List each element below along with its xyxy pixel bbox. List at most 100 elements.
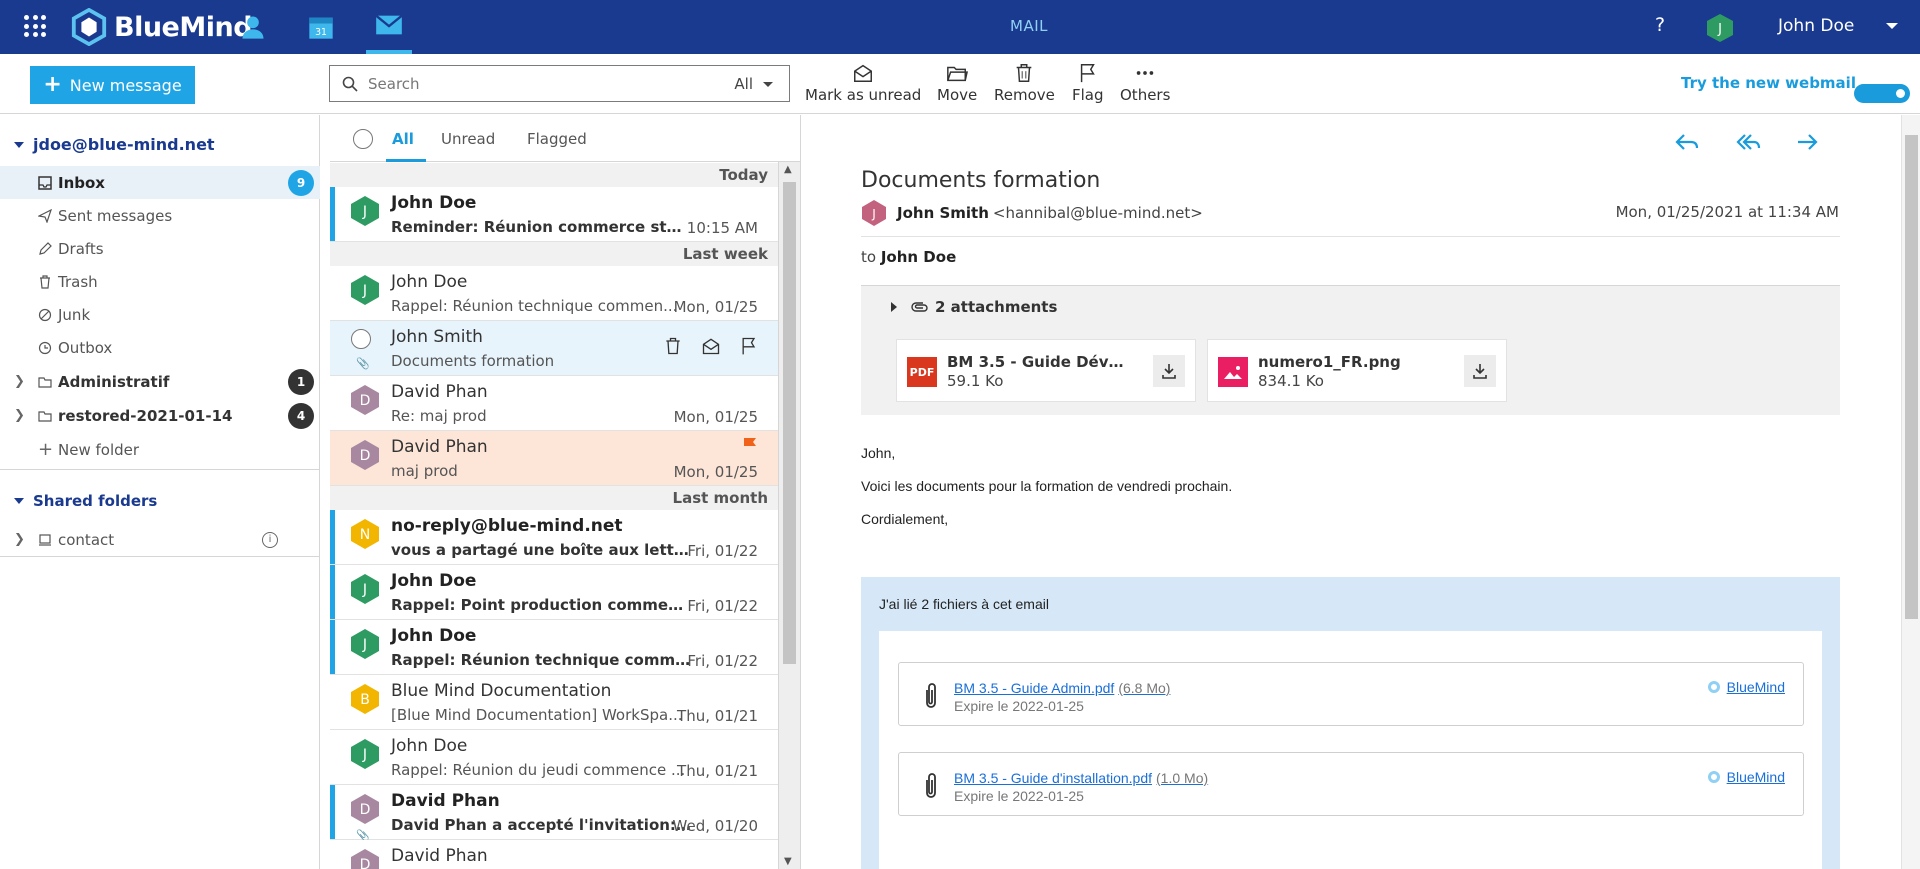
linked-file-size: (6.8 Mo) — [1118, 680, 1171, 696]
message-sender: no-reply@blue-mind.net — [391, 516, 623, 536]
message-sender: David Phan — [391, 846, 488, 866]
folder-trash[interactable]: Trash — [0, 265, 320, 298]
sender-name[interactable]: John Smith — [897, 204, 989, 222]
folder-inbox[interactable]: Inbox 9 — [0, 166, 320, 199]
search-scope-dropdown[interactable]: All — [734, 75, 773, 93]
chevron-right-icon[interactable]: ❯ — [14, 408, 25, 423]
message-row[interactable]: D David Phan Re: maj prod Mon, 01/25 — [330, 376, 778, 431]
attachment-size: 59.1 Ko — [947, 372, 1004, 390]
chevron-right-icon[interactable]: ❯ — [14, 374, 25, 389]
message-row[interactable]: J John Doe Rappel: Réunion du jeudi comm… — [330, 730, 778, 785]
linked-file-expiry: Expire le 2022-01-25 — [954, 698, 1084, 714]
folder-drafts[interactable]: Drafts — [0, 232, 320, 265]
filter-flagged-tab[interactable]: Flagged — [527, 130, 587, 148]
divider — [861, 236, 1840, 237]
reading-pane-scrollbar[interactable] — [1901, 115, 1920, 869]
message-row-hovered[interactable]: 📎 John Smith Documents formation — [330, 321, 778, 376]
shared-folders-header[interactable]: Shared folders — [14, 492, 157, 510]
scrollbar-thumb[interactable] — [1905, 135, 1918, 619]
new-webmail-toggle[interactable] — [1854, 84, 1910, 103]
message-row[interactable]: J John Doe Reminder: Réunion commerce st… — [330, 187, 778, 242]
linked-file-name[interactable]: BM 3.5 - Guide Admin.pdf — [954, 680, 1114, 696]
contacts-app-icon[interactable] — [230, 0, 276, 54]
reply-icon[interactable] — [1674, 129, 1700, 155]
mark-unread-button[interactable]: Mark as unread — [805, 62, 921, 108]
download-button[interactable] — [1464, 355, 1496, 387]
trash-icon[interactable] — [663, 336, 683, 356]
forward-icon[interactable] — [1794, 129, 1820, 155]
download-button[interactable] — [1153, 355, 1185, 387]
reply-all-icon[interactable] — [1736, 129, 1762, 155]
scroll-up-icon[interactable]: ▲ — [784, 164, 792, 175]
scrollbar-thumb[interactable] — [783, 182, 796, 664]
message-row[interactable]: B Blue Mind Documentation [Blue Mind Doc… — [330, 675, 778, 730]
linked-file-link[interactable]: BM 3.5 - Guide Admin.pdf (6.8 Mo) — [954, 680, 1170, 696]
try-new-webmail-link[interactable]: Try the new webmail — [1681, 74, 1856, 92]
filter-all-tab[interactable]: All — [392, 130, 414, 148]
bluemind-logo[interactable]: BlueMind — [70, 8, 253, 46]
user-avatar[interactable]: J — [1706, 13, 1734, 47]
avatar: B — [351, 684, 379, 714]
message-sender: John Smith — [391, 327, 483, 347]
search-box[interactable]: All — [329, 65, 790, 102]
reading-pane: Documents formation J John Smith <hannib… — [800, 115, 1920, 869]
message-sender: David Phan — [391, 437, 488, 457]
user-name[interactable]: John Doe — [1778, 16, 1854, 36]
chevron-down-icon — [763, 81, 773, 87]
message-row[interactable]: D David Phan — [330, 840, 778, 869]
attachment-card[interactable]: PDF BM 3.5 - Guide Dévelop... 59.1 Ko — [896, 339, 1196, 402]
linked-file-name[interactable]: BM 3.5 - Guide d'installation.pdf — [954, 770, 1152, 786]
scroll-down-icon[interactable]: ▼ — [784, 856, 792, 867]
folder-restored[interactable]: ❯ restored-2021-01-14 4 — [0, 399, 320, 432]
search-input[interactable] — [368, 74, 708, 93]
folder-outbox[interactable]: Outbox — [0, 331, 320, 364]
remove-button[interactable]: Remove — [994, 62, 1055, 108]
bluemind-provider-link[interactable]: BlueMind — [1707, 679, 1785, 695]
message-row[interactable]: J John Doe Rappel: Point production comm… — [330, 565, 778, 620]
account-header[interactable]: jdoe@blue-mind.net — [14, 135, 215, 154]
new-message-button[interactable]: + New message — [30, 66, 195, 104]
info-icon[interactable]: i — [262, 531, 278, 548]
flag-button[interactable]: Flag — [1072, 62, 1104, 108]
sender-email[interactable]: <hannibal@blue-mind.net> — [993, 204, 1203, 222]
message-sender: John Doe — [391, 193, 477, 213]
new-folder-button[interactable]: + New folder — [0, 433, 320, 466]
others-button[interactable]: Others — [1120, 62, 1170, 108]
attachments-header[interactable]: 2 attachments — [891, 298, 1057, 316]
move-button[interactable]: Move — [937, 62, 977, 108]
app-grid-icon[interactable] — [24, 15, 46, 37]
calendar-app-icon[interactable]: 31 — [298, 0, 344, 54]
svg-text:J: J — [362, 747, 367, 763]
folder-junk[interactable]: Junk — [0, 298, 320, 331]
attachment-card[interactable]: numero1_FR.png 834.1 Ko — [1207, 339, 1507, 402]
flag-icon[interactable] — [739, 336, 759, 356]
linked-file-link[interactable]: BM 3.5 - Guide d'installation.pdf (1.0 Mo… — [954, 770, 1208, 786]
shared-mailbox-icon — [39, 533, 51, 546]
others-label: Others — [1120, 86, 1171, 104]
message-row[interactable]: N no-reply@blue-mind.net vous a partagé … — [330, 510, 778, 565]
message-row[interactable]: J John Doe Rappel: Réunion technique com… — [330, 266, 778, 321]
user-menu-caret-icon[interactable] — [1886, 23, 1898, 29]
filter-unread-tab[interactable]: Unread — [441, 130, 495, 148]
select-all-checkbox[interactable] — [353, 129, 373, 149]
folder-administratif[interactable]: ❯ Administratif 1 — [0, 365, 320, 398]
mail-app-icon[interactable] — [366, 0, 412, 54]
chevron-right-icon[interactable]: ❯ — [14, 532, 25, 547]
bluemind-provider-link[interactable]: BlueMind — [1707, 769, 1785, 785]
message-date: Fri, 01/22 — [687, 652, 758, 670]
unread-count-badge: 1 — [288, 368, 314, 395]
folder-sent[interactable]: Sent messages — [0, 199, 320, 232]
shared-folder-contact[interactable]: ❯ contact i — [0, 523, 320, 556]
message-row-flagged[interactable]: D David Phan maj prod Mon, 01/25 — [330, 431, 778, 486]
message-row[interactable]: J John Doe Rappel: Réunion technique com… — [330, 620, 778, 675]
mark-unread-icon[interactable] — [701, 336, 721, 356]
message-subject: Documents formation — [391, 352, 555, 370]
select-message-checkbox[interactable] — [351, 329, 371, 349]
message-list-scrollbar[interactable]: ▲ ▼ — [778, 162, 800, 869]
linked-file-card: BM 3.5 - Guide d'installation.pdf (1.0 Mo… — [898, 752, 1804, 816]
help-button[interactable]: ? — [1655, 14, 1665, 36]
message-row[interactable]: D 📎 David Phan David Phan a accepté l'in… — [330, 785, 778, 842]
new-folder-label: New folder — [58, 440, 140, 459]
recipient-name[interactable]: John Doe — [881, 248, 956, 266]
to-prefix: to — [861, 248, 877, 266]
